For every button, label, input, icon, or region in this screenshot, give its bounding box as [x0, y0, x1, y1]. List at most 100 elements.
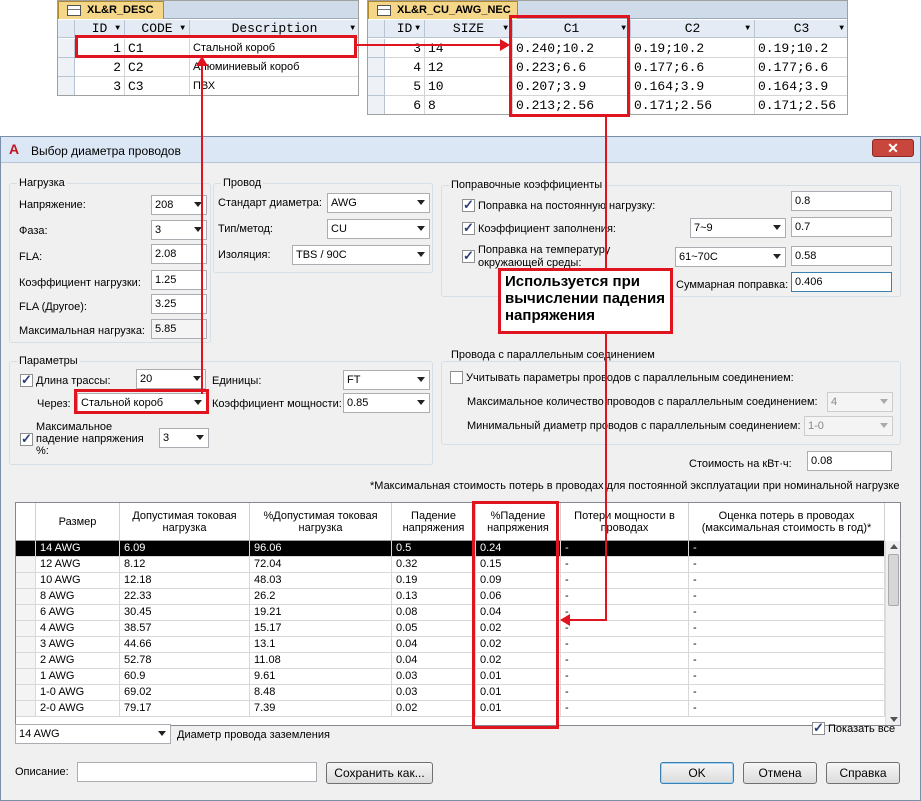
- grid-cell[interactable]: 15.17: [250, 621, 392, 637]
- insulation-select[interactable]: TBS / 90C: [292, 245, 430, 265]
- tab-desc[interactable]: XL&R_DESC: [58, 1, 164, 19]
- show-all-checkbox[interactable]: [812, 720, 825, 736]
- units-select[interactable]: FT: [343, 370, 430, 390]
- grid-cell[interactable]: -: [689, 669, 885, 685]
- table-cell[interactable]: Алюминиевый короб: [190, 58, 358, 77]
- col-header-id[interactable]: ID ▼: [385, 20, 425, 38]
- row-selector[interactable]: [16, 557, 36, 573]
- row-selector[interactable]: [16, 605, 36, 621]
- grid-cell[interactable]: 0.05: [392, 621, 476, 637]
- row-header[interactable]: [368, 39, 385, 58]
- row-selector[interactable]: [16, 541, 36, 557]
- row-header[interactable]: [58, 77, 75, 95]
- length-select[interactable]: 20: [136, 369, 206, 389]
- continuous-checkbox[interactable]: [462, 197, 475, 213]
- table-cell[interactable]: 0.171;2.56: [631, 96, 755, 114]
- vdrop-checkbox[interactable]: [20, 431, 33, 447]
- ground-size-select[interactable]: 14 AWG: [15, 724, 171, 744]
- grid-cell[interactable]: 8.48: [250, 685, 392, 701]
- grid-cell[interactable]: -: [689, 621, 885, 637]
- grid-cell[interactable]: 0.04: [392, 653, 476, 669]
- col-header-size[interactable]: SIZE ▼: [425, 20, 513, 38]
- grid-cell[interactable]: -: [561, 701, 689, 717]
- scroll-thumb[interactable]: [888, 554, 899, 606]
- row-header[interactable]: [368, 58, 385, 77]
- row-header[interactable]: [368, 96, 385, 114]
- grid-cell[interactable]: 96.06: [250, 541, 392, 557]
- row-selector[interactable]: [16, 669, 36, 685]
- grid-cell[interactable]: -: [689, 637, 885, 653]
- fill-input[interactable]: 0.7: [791, 217, 892, 237]
- continuous-input[interactable]: 0.8: [791, 191, 892, 211]
- parallel-checkbox[interactable]: [450, 371, 463, 384]
- fill-checkbox[interactable]: [462, 220, 475, 236]
- table-cell[interactable]: 10: [425, 77, 513, 96]
- grid-cell[interactable]: 8 AWG: [36, 589, 120, 605]
- grid-cell[interactable]: 26.2: [250, 589, 392, 605]
- grid-cell[interactable]: -: [689, 557, 885, 573]
- table-cell[interactable]: C2: [125, 58, 190, 77]
- grid-cell[interactable]: 12.18: [120, 573, 250, 589]
- temp-input[interactable]: 0.58: [791, 246, 892, 266]
- grid-cell[interactable]: -: [689, 589, 885, 605]
- grid-cell[interactable]: 72.04: [250, 557, 392, 573]
- save-as-button[interactable]: Сохранить как...: [326, 762, 433, 784]
- grid-cell[interactable]: 0.02: [392, 701, 476, 717]
- vdrop-select[interactable]: 3: [159, 428, 209, 448]
- grid-cell[interactable]: -: [689, 701, 885, 717]
- grid-cell[interactable]: 19.21: [250, 605, 392, 621]
- grid-cell[interactable]: 14 AWG: [36, 541, 120, 557]
- grid-cell[interactable]: 0.5: [392, 541, 476, 557]
- grid-cell[interactable]: -: [561, 653, 689, 669]
- grid-cell[interactable]: 6.09: [120, 541, 250, 557]
- grid-cell[interactable]: 2 AWG: [36, 653, 120, 669]
- fill-range-select[interactable]: 7~9: [690, 218, 786, 238]
- table-cell[interactable]: 0.164;3.9: [755, 77, 847, 96]
- grid-cell[interactable]: 8.12: [120, 557, 250, 573]
- table-cell[interactable]: 0.164;3.9: [631, 77, 755, 96]
- close-button[interactable]: ✕: [872, 139, 914, 157]
- row-selector[interactable]: [16, 685, 36, 701]
- grid-cell[interactable]: 13.1: [250, 637, 392, 653]
- grid-cell[interactable]: -: [689, 541, 885, 557]
- temp-checkbox[interactable]: [462, 248, 475, 264]
- grid-cell[interactable]: 12 AWG: [36, 557, 120, 573]
- row-selector[interactable]: [16, 637, 36, 653]
- table-cell[interactable]: C3: [125, 77, 190, 95]
- voltage-select[interactable]: 208: [151, 195, 207, 215]
- table-cell[interactable]: 5: [385, 77, 425, 96]
- grid-cell[interactable]: -: [689, 685, 885, 701]
- table-cell[interactable]: 2: [75, 58, 125, 77]
- grid-cell[interactable]: 4 AWG: [36, 621, 120, 637]
- grid-cell[interactable]: 22.33: [120, 589, 250, 605]
- grid-cell[interactable]: 2-0 AWG: [36, 701, 120, 717]
- table-cell[interactable]: ПВХ: [190, 77, 358, 95]
- load-factor-input[interactable]: 1.25: [151, 270, 207, 290]
- temp-range-select[interactable]: 61~70C: [675, 247, 786, 267]
- pf-select[interactable]: 0.85: [343, 393, 430, 413]
- grid-cell[interactable]: -: [689, 573, 885, 589]
- row-header[interactable]: [368, 77, 385, 96]
- phase-select[interactable]: 3: [151, 220, 207, 240]
- grid-cell[interactable]: -: [561, 541, 689, 557]
- row-selector[interactable]: [16, 701, 36, 717]
- grid-cell[interactable]: -: [689, 605, 885, 621]
- row-header[interactable]: [58, 58, 75, 77]
- grid-cell[interactable]: 0.03: [392, 669, 476, 685]
- scroll-up-icon[interactable]: [890, 544, 898, 549]
- row-selector[interactable]: [16, 653, 36, 669]
- grid-cell[interactable]: -: [561, 589, 689, 605]
- grid-cell[interactable]: 52.78: [120, 653, 250, 669]
- ok-button[interactable]: OK: [660, 762, 734, 784]
- grid-cell[interactable]: 6 AWG: [36, 605, 120, 621]
- tab-awg[interactable]: XL&R_CU_AWG_NEC: [368, 1, 518, 19]
- grid-cell[interactable]: -: [561, 621, 689, 637]
- grid-cell[interactable]: -: [561, 669, 689, 685]
- description-input[interactable]: [77, 762, 317, 782]
- grid-cell[interactable]: -: [689, 653, 885, 669]
- grid-cell[interactable]: 7.39: [250, 701, 392, 717]
- cancel-button[interactable]: Отмена: [743, 762, 817, 784]
- grid-cell[interactable]: 0.13: [392, 589, 476, 605]
- grid-cell[interactable]: 3 AWG: [36, 637, 120, 653]
- grid-cell[interactable]: 0.32: [392, 557, 476, 573]
